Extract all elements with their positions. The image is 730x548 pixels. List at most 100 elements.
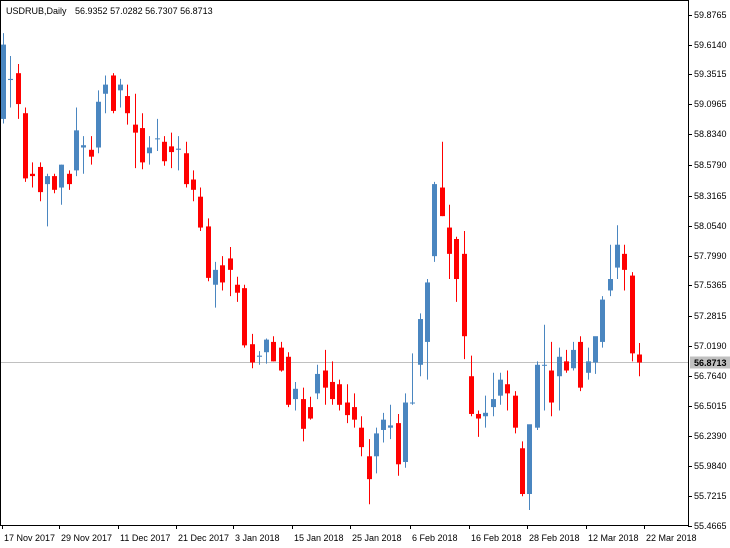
candle-body (250, 344, 255, 363)
x-tick-label: 3 Jan 2018 (235, 533, 280, 543)
candle-body (637, 354, 642, 363)
x-tick-label: 11 Dec 2017 (120, 533, 170, 543)
candle-body (578, 341, 583, 388)
candle-body (571, 349, 576, 369)
candle-body (242, 288, 247, 346)
candle (520, 441, 525, 497)
candle (286, 352, 291, 408)
candle-body (30, 173, 35, 177)
candle-body (140, 128, 145, 163)
x-tick-label: 15 Jan 2018 (294, 533, 344, 543)
candle-body (381, 419, 386, 430)
candle-body (447, 227, 452, 254)
symbol-header: USDRUB,Daily 56.9352 57.0282 56.7307 56.… (6, 6, 213, 16)
candle-body (162, 141, 167, 162)
candle-body (257, 355, 262, 357)
candle-body (462, 253, 467, 337)
candle-body (505, 384, 510, 394)
candle-body (337, 384, 342, 405)
candle-body (103, 84, 108, 94)
candle-body (557, 356, 562, 377)
candle-body (476, 413, 481, 419)
candle-body (38, 166, 43, 193)
y-tick-label: 55.9840 (694, 461, 727, 471)
candle-body (81, 145, 86, 148)
x-tick-label: 25 Jan 2018 (352, 533, 402, 543)
candle-body (469, 376, 474, 414)
x-tick-label: 17 Nov 2017 (4, 533, 55, 543)
x-tick-label: 22 Mar 2018 (646, 533, 697, 543)
candle (206, 218, 211, 282)
candle-body (59, 164, 64, 188)
candle-body (491, 399, 496, 408)
candle-body (133, 124, 138, 133)
y-tick-label: 57.7990 (694, 251, 727, 261)
candle (23, 107, 28, 182)
candle-body (111, 75, 116, 111)
candle-body (184, 153, 189, 185)
candle-body (220, 265, 225, 283)
candle-body (564, 361, 569, 371)
candle-body (454, 238, 459, 280)
candle-body (615, 244, 620, 268)
y-tick-label: 59.3515 (694, 69, 727, 79)
candle (242, 284, 247, 348)
y-tick-label: 55.4665 (694, 521, 727, 531)
candle-body (388, 425, 393, 428)
candle-body (345, 402, 350, 416)
candle-body (359, 427, 364, 448)
candle-body (367, 456, 372, 480)
candle-body (425, 282, 430, 342)
y-tick-label: 57.0190 (694, 341, 727, 351)
candle (111, 73, 116, 114)
candle-body (622, 253, 627, 270)
candle-body (542, 364, 547, 366)
y-tick-label: 55.7215 (694, 491, 727, 501)
x-tick-label: 12 Mar 2018 (588, 533, 639, 543)
candle-body (600, 299, 605, 342)
candle-body (235, 284, 240, 293)
candle-body (535, 364, 540, 428)
candle-body (403, 402, 408, 462)
candle-body (549, 370, 554, 403)
y-tick-label: 56.5015 (694, 401, 727, 411)
candle (600, 296, 605, 348)
candle-body (410, 402, 415, 404)
candle-body (8, 78, 13, 81)
candle-body (432, 184, 437, 257)
x-tick-label: 16 Feb 2018 (471, 533, 522, 543)
y-tick-label: 59.6140 (694, 40, 727, 50)
candle-body (520, 448, 525, 495)
y-tick-label: 58.0540 (694, 221, 727, 231)
candle-body (67, 173, 72, 185)
y-tick-label: 58.8340 (694, 129, 727, 139)
candle-body (147, 147, 152, 154)
candle-body (52, 176, 57, 190)
candle-body (527, 424, 532, 495)
candle-body (206, 226, 211, 278)
candle-body (155, 138, 160, 140)
candle-body (169, 146, 174, 153)
candle-body (118, 84, 123, 91)
y-tick-label: 59.0965 (694, 99, 727, 109)
candle-body (593, 336, 598, 363)
candle-body (498, 379, 503, 396)
x-tick-label: 6 Feb 2018 (412, 533, 458, 543)
candle (578, 336, 583, 392)
candlestick-chart: 59.8765 59.6140 59.3515 59.0965 58.8340 58.57… (0, 0, 730, 543)
chart-window: 59.8765 59.6140 59.3515 59.0965 58.8340 58.57… (0, 0, 730, 548)
candle (403, 393, 408, 468)
y-tick-label: 57.5365 (694, 280, 727, 290)
candle-body (301, 399, 306, 429)
candle (432, 181, 437, 262)
candle-body (74, 130, 79, 171)
candle-body (96, 101, 101, 148)
candle-body (440, 187, 445, 217)
candle-body (374, 433, 379, 457)
candle (630, 272, 635, 362)
y-tick-label: 56.2390 (694, 431, 727, 441)
candle-body (198, 196, 203, 228)
candle-body (1, 44, 6, 119)
candle-body (16, 73, 21, 105)
candle-body (352, 407, 357, 420)
